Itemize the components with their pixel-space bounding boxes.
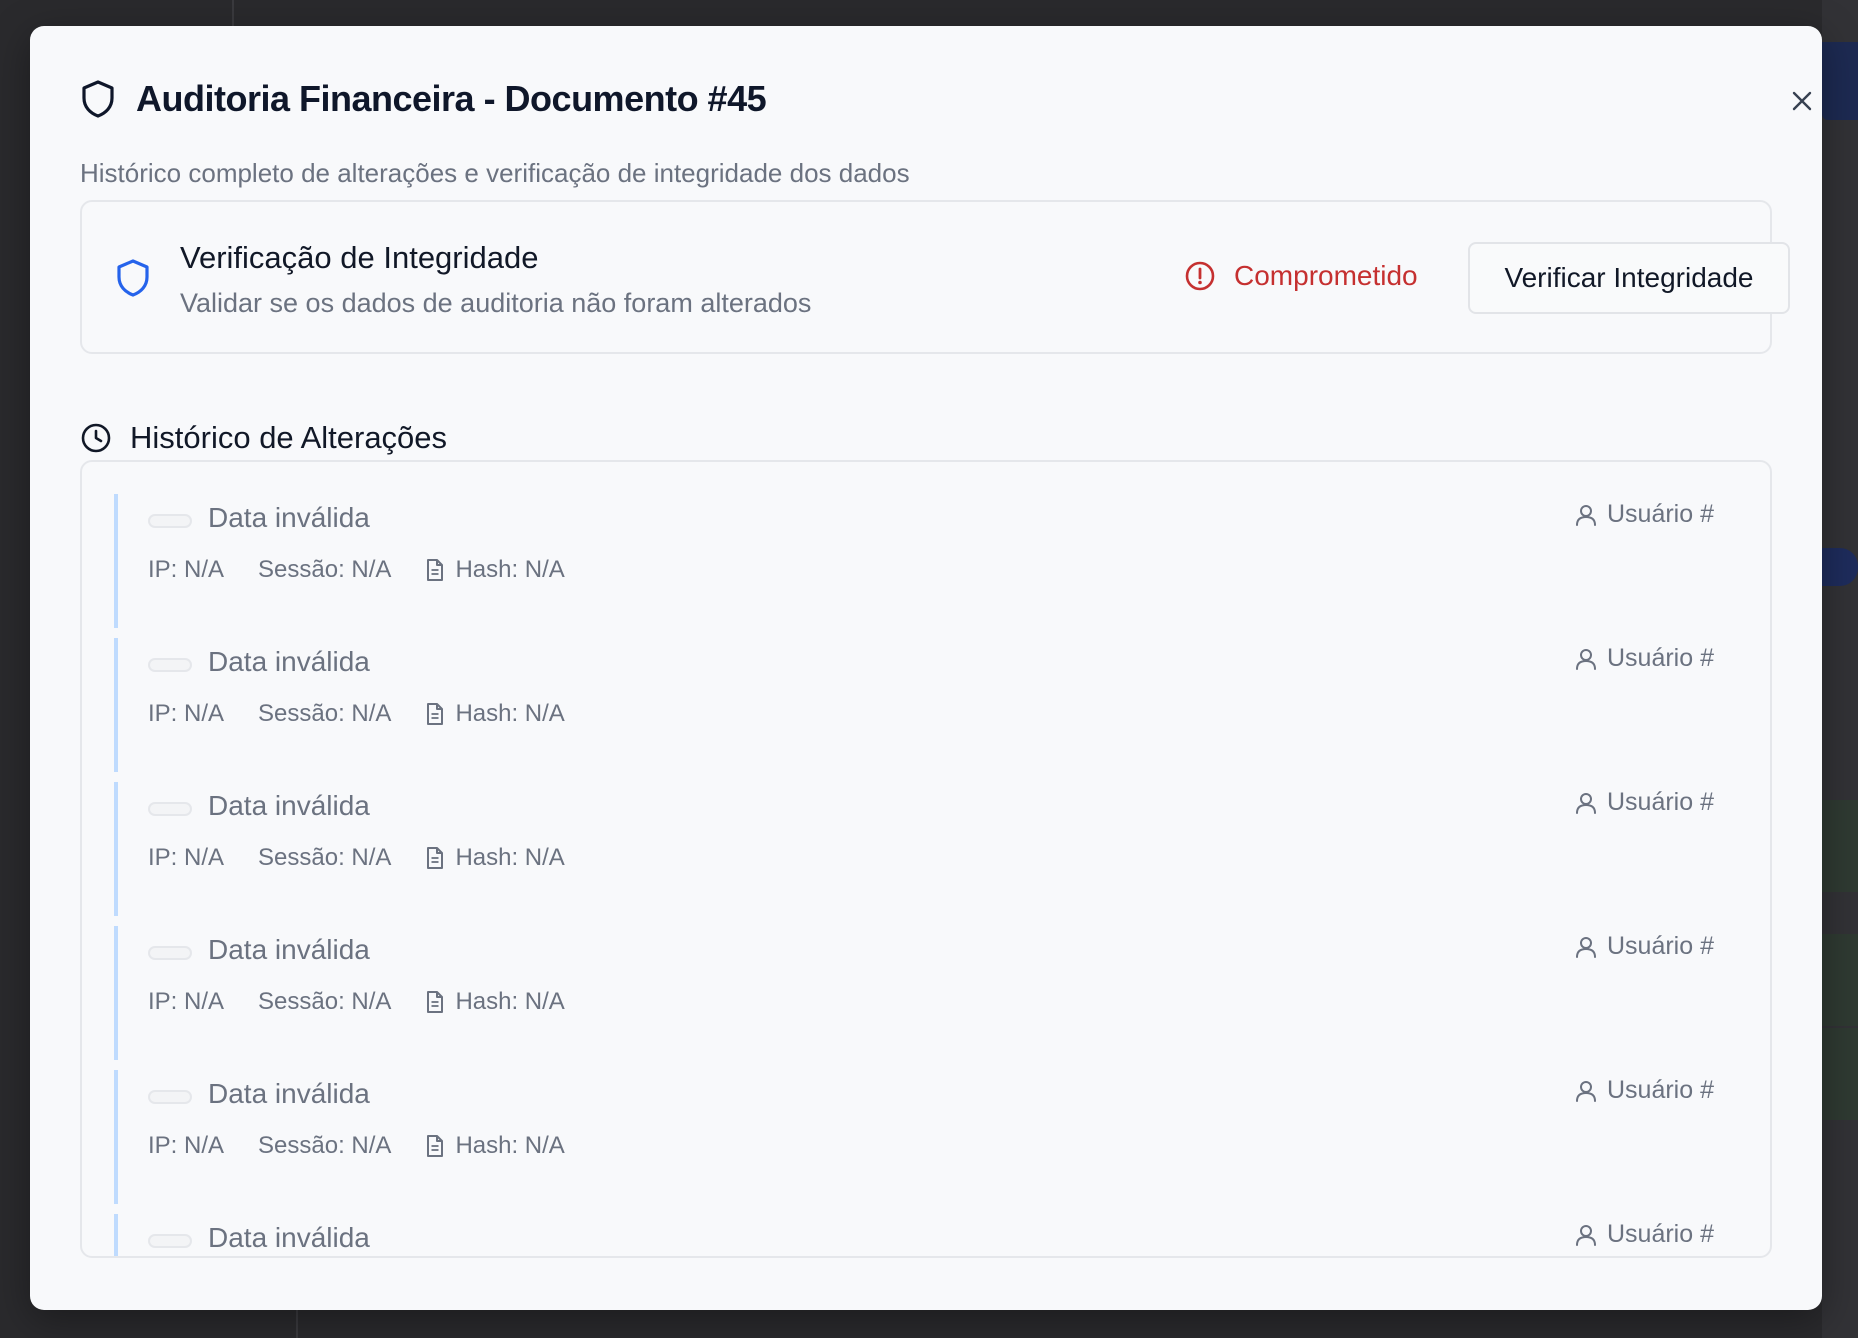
entry-hash: Hash: N/A <box>455 700 565 727</box>
entry-hash: Hash: N/A <box>455 1132 565 1159</box>
history-title: Histórico de Alterações <box>130 420 448 455</box>
action-badge <box>148 802 192 816</box>
background-divider <box>296 1310 298 1338</box>
action-badge <box>148 1090 192 1104</box>
user-label: Usuário # <box>1607 1076 1714 1104</box>
close-icon <box>1792 91 1812 111</box>
user-icon <box>1576 1224 1596 1246</box>
audit-dialog: Auditoria Financeira - Documento #45 His… <box>30 26 1822 1310</box>
file-icon <box>427 703 444 725</box>
integrity-description: Validar se os dados de auditoria não for… <box>180 288 812 318</box>
background-button <box>1822 42 1858 120</box>
entry-date: Data inválida <box>208 646 370 677</box>
integrity-card: Verificação de Integridade Validar se os… <box>80 200 1790 354</box>
user-label: Usuário # <box>1607 500 1714 528</box>
entry-hash: Hash: N/A <box>455 556 565 583</box>
integrity-title: Verificação de Integridade <box>180 240 539 275</box>
entry-ip: IP: N/A <box>148 700 225 727</box>
history-entry: Data inválida Usuário # IP: N/A Sessão: … <box>114 1214 1744 1256</box>
entry-meta: IP: N/A Sessão: N/A Hash: N/A <box>148 700 565 728</box>
status-label: Comprometido <box>1234 260 1418 291</box>
entry-hash: Hash: N/A <box>455 988 565 1015</box>
entry-date: Data inválida <box>208 790 370 821</box>
entry-session: Sessão: N/A <box>258 556 392 583</box>
file-icon <box>427 559 444 581</box>
timeline-bar <box>114 494 118 628</box>
close-button[interactable] <box>1785 84 1819 118</box>
dialog-header: Auditoria Financeira - Documento #45 <box>80 78 767 120</box>
user-label: Usuário # <box>1607 644 1714 672</box>
shield-icon <box>82 80 114 118</box>
entry-ip: IP: N/A <box>148 988 225 1015</box>
entry-date: Data inválida <box>208 1078 370 1109</box>
entry-session: Sessão: N/A <box>258 844 392 871</box>
entry-user: Usuário # <box>1575 500 1714 529</box>
history-list[interactable]: Data inválida Usuário # IP: N/A Sessão: … <box>80 460 1772 1258</box>
entry-date: Data inválida <box>208 1222 370 1253</box>
verify-integrity-button[interactable]: Verificar Integridade <box>1468 242 1790 314</box>
background-badge <box>1822 548 1858 586</box>
timeline-bar <box>114 926 118 1060</box>
shield-icon <box>117 259 149 297</box>
entry-date: Data inválida <box>208 934 370 965</box>
integrity-status: Comprometido <box>1184 260 1418 292</box>
entry-user: Usuário # <box>1575 932 1714 961</box>
timeline-bar <box>114 1070 118 1204</box>
file-icon <box>427 991 444 1013</box>
entry-user: Usuário # <box>1575 1220 1714 1249</box>
user-icon <box>1576 648 1596 670</box>
entry-user: Usuário # <box>1575 788 1714 817</box>
dialog-subtitle: Histórico completo de alterações e verif… <box>80 158 910 188</box>
file-icon <box>427 1135 444 1157</box>
history-entry: Data inválida Usuário # IP: N/A Sessão: … <box>114 638 1744 772</box>
action-badge <box>148 514 192 528</box>
entry-meta: IP: N/A Sessão: N/A Hash: N/A <box>148 1132 565 1160</box>
user-label: Usuário # <box>1607 788 1714 816</box>
entry-meta: IP: N/A Sessão: N/A Hash: N/A <box>148 556 565 584</box>
entry-session: Sessão: N/A <box>258 988 392 1015</box>
background-row <box>1822 1028 1858 1120</box>
background-row <box>1822 800 1858 892</box>
user-icon <box>1576 936 1596 958</box>
timeline-bar <box>114 638 118 772</box>
dialog-title: Auditoria Financeira - Documento #45 <box>136 78 767 119</box>
entry-ip: IP: N/A <box>148 844 225 871</box>
entry-meta: IP: N/A Sessão: N/A Hash: N/A <box>148 844 565 872</box>
history-entry: Data inválida Usuário # IP: N/A Sessão: … <box>114 782 1744 916</box>
background-divider <box>232 0 234 26</box>
file-icon <box>427 847 444 869</box>
entry-ip: IP: N/A <box>148 556 225 583</box>
clock-icon <box>81 423 111 453</box>
action-badge <box>148 946 192 960</box>
history-header: Histórico de Alterações <box>80 420 447 456</box>
timeline-bar <box>114 1214 118 1256</box>
action-badge <box>148 1234 192 1248</box>
entry-session: Sessão: N/A <box>258 700 392 727</box>
background-row <box>1822 934 1858 1026</box>
entry-hash: Hash: N/A <box>455 844 565 871</box>
history-entry: Data inválida Usuário # IP: N/A Sessão: … <box>114 1070 1744 1204</box>
user-icon <box>1576 504 1596 526</box>
user-icon <box>1576 792 1596 814</box>
user-icon <box>1576 1080 1596 1102</box>
entry-date: Data inválida <box>208 502 370 533</box>
entry-user: Usuário # <box>1575 1076 1714 1105</box>
entry-ip: IP: N/A <box>148 1132 225 1159</box>
background-app <box>1822 0 1858 1338</box>
user-label: Usuário # <box>1607 932 1714 960</box>
action-badge <box>148 658 192 672</box>
timeline-bar <box>114 782 118 916</box>
history-entry: Data inválida Usuário # IP: N/A Sessão: … <box>114 926 1744 1060</box>
alert-circle-icon <box>1185 261 1215 291</box>
entry-user: Usuário # <box>1575 644 1714 673</box>
entry-session: Sessão: N/A <box>258 1132 392 1159</box>
entry-meta: IP: N/A Sessão: N/A Hash: N/A <box>148 988 565 1016</box>
user-label: Usuário # <box>1607 1220 1714 1248</box>
history-entry: Data inválida Usuário # IP: N/A Sessão: … <box>114 494 1744 628</box>
